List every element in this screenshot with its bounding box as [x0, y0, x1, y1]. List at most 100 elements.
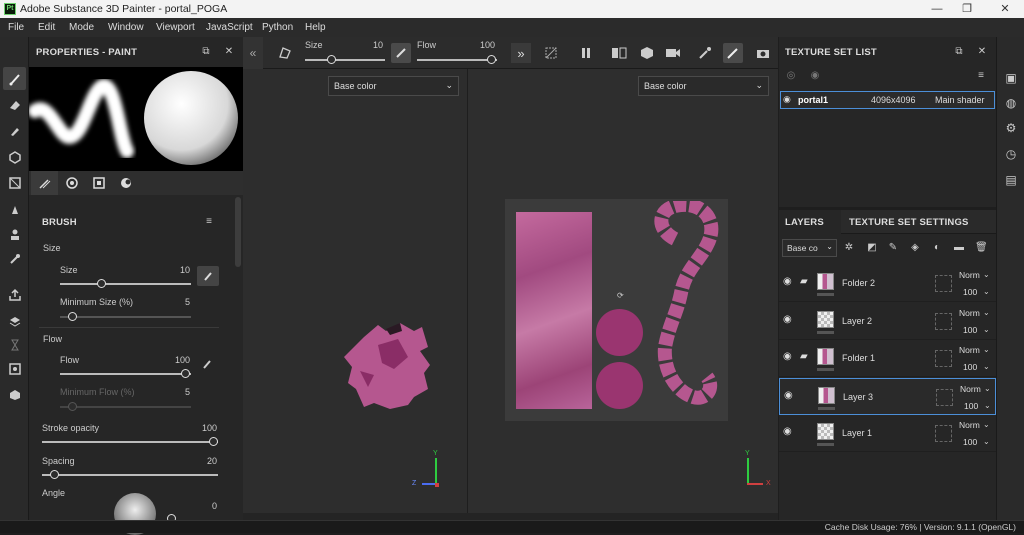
viewport-3d[interactable]: Base color ⌄ Y Z	[243, 69, 467, 513]
toolbar-size-track[interactable]	[305, 59, 385, 61]
pause-button[interactable]	[576, 43, 596, 63]
tab-texture-set-settings[interactable]: TEXTURE SET SETTINGS	[843, 210, 975, 234]
menu-help[interactable]: Help	[305, 22, 326, 33]
layer-name[interactable]: Layer 1	[842, 428, 872, 438]
polygon-fill-tool[interactable]	[3, 171, 26, 194]
flow-value[interactable]: 100	[150, 355, 190, 365]
size-value[interactable]: 10	[150, 265, 190, 275]
menu-edit[interactable]: Edit	[38, 22, 55, 33]
layer-name[interactable]: Folder 2	[842, 278, 875, 288]
layer-folder-row[interactable]: ◉ ▰ Folder 2 Norm ⌄ 100 ⌄	[779, 265, 996, 302]
layer-name[interactable]: Layer 3	[843, 392, 873, 402]
texture-set-shader[interactable]: Main shader	[935, 95, 985, 105]
expand-toolbar-button[interactable]: »	[511, 43, 531, 63]
export-tool[interactable]	[3, 283, 26, 306]
menu-file[interactable]: File	[8, 22, 24, 33]
uv-texture-canvas[interactable]: ⟳	[505, 199, 728, 421]
blend-mode[interactable]: Norm	[959, 420, 980, 430]
toolbar-size-knob[interactable]	[327, 55, 336, 64]
blend-mode[interactable]: Norm	[959, 270, 980, 280]
menu-javascript[interactable]: JavaScript	[206, 22, 253, 33]
stroke-opacity-value[interactable]: 100	[177, 423, 217, 433]
layer-thumbnail[interactable]	[818, 386, 835, 404]
tab-brush[interactable]	[31, 171, 58, 195]
tab-layers[interactable]: LAYERS	[779, 210, 841, 234]
add-effect-icon[interactable]: ✲	[843, 242, 855, 254]
symmetry-button[interactable]	[275, 43, 295, 63]
post-effects-button[interactable]	[695, 43, 715, 63]
viewport-2d[interactable]: Base color ⌄ ⟳ Y X	[468, 69, 778, 513]
texture-set-row[interactable]: ◉ portal1 4096x4096 Main shader	[780, 91, 995, 109]
toolbar-flow-knob[interactable]	[487, 55, 496, 64]
bake-tool[interactable]	[3, 309, 26, 332]
eye-icon[interactable]: ◉	[783, 276, 792, 287]
angle-value[interactable]: 0	[177, 501, 217, 511]
toolbar-size-value[interactable]: 10	[363, 40, 383, 50]
toolbar-pressure-button[interactable]	[391, 43, 411, 63]
add-paint-layer-icon[interactable]: ✎	[887, 242, 899, 254]
projection-tool[interactable]	[3, 119, 26, 142]
spacing-value[interactable]: 20	[177, 456, 217, 466]
image-tool[interactable]	[3, 357, 26, 380]
toolbar-flow-value[interactable]: 100	[475, 40, 495, 50]
geometry-fill-tool[interactable]	[3, 145, 26, 168]
visibility-all-icon[interactable]: ◎	[785, 70, 797, 82]
size-slider-track[interactable]	[60, 283, 191, 285]
min-size-value[interactable]: 5	[150, 297, 190, 307]
eye-icon[interactable]: ◉	[783, 426, 792, 437]
menu-python[interactable]: Python	[262, 22, 293, 33]
layer-opacity[interactable]: 100	[963, 437, 977, 447]
layer-opacity[interactable]: 100	[964, 401, 978, 411]
log-icon[interactable]: ▤	[1005, 174, 1017, 186]
camera-settings-button[interactable]	[663, 43, 683, 63]
history-icon[interactable]: ◷	[1005, 148, 1017, 160]
screenshot-button[interactable]	[753, 43, 773, 63]
float-panel-icon[interactable]: ⧉	[200, 46, 212, 58]
add-mask-icon[interactable]: ◩	[866, 242, 878, 254]
eye-icon[interactable]: ◉	[784, 390, 793, 401]
layer-folder-row[interactable]: ◉ ▰ Folder 1 Norm ⌄ 100 ⌄	[779, 340, 996, 377]
tab-alpha[interactable]	[58, 171, 85, 195]
clone-tool[interactable]	[3, 223, 26, 246]
hide-toolbar-button[interactable]	[541, 43, 561, 63]
list-menu-icon[interactable]: ≡	[975, 70, 987, 82]
add-folder-icon[interactable]: ▬	[953, 242, 965, 254]
eraser-tool[interactable]	[3, 93, 26, 116]
mesh-tool[interactable]	[3, 383, 26, 406]
auto-unwrap-tool[interactable]	[3, 333, 26, 356]
paint-mode-button[interactable]	[723, 43, 743, 63]
size-slider-knob[interactable]	[97, 279, 106, 288]
flow-slider-knob[interactable]	[181, 369, 190, 378]
smudge-tool[interactable]	[3, 197, 26, 220]
channel-dropdown-2d[interactable]: Base color ⌄	[638, 76, 769, 96]
stroke-opacity-slider-track[interactable]	[42, 441, 218, 443]
display-settings-icon[interactable]: ⚙	[1005, 122, 1017, 134]
menu-mode[interactable]: Mode	[69, 22, 94, 33]
layer-opacity[interactable]: 100	[963, 287, 977, 297]
properties-scrollbar[interactable]	[235, 197, 241, 267]
float-panel-icon[interactable]: ⧉	[953, 46, 965, 58]
color-picker-tool[interactable]	[3, 247, 26, 270]
layer-thumbnail[interactable]	[817, 423, 834, 440]
blend-mode[interactable]: Norm	[959, 308, 980, 318]
add-fill-layer-icon[interactable]: ◈	[909, 242, 921, 254]
menu-viewport[interactable]: Viewport	[156, 22, 195, 33]
close-panel-icon[interactable]: ✕	[976, 46, 988, 58]
eye-icon[interactable]: ◉	[783, 94, 791, 105]
eye-icon[interactable]: ◉	[809, 70, 821, 82]
layer-thumbnail[interactable]	[817, 310, 834, 328]
flow-pressure-icon[interactable]	[202, 359, 212, 372]
layer-row[interactable]: ◉ Layer 3 Norm ⌄ 100 ⌄	[779, 377, 996, 415]
min-size-slider-knob[interactable]	[68, 312, 77, 321]
view-mode-2d3d-button[interactable]	[609, 43, 629, 63]
layer-opacity[interactable]: 100	[963, 325, 977, 335]
layer-thumbnail[interactable]	[817, 273, 834, 290]
min-size-slider-track[interactable]	[60, 316, 191, 318]
tab-material[interactable]	[112, 171, 139, 195]
menu-window[interactable]: Window	[108, 22, 144, 33]
environment-icon[interactable]: ◍	[1005, 97, 1017, 109]
blend-mode[interactable]: Norm	[960, 384, 981, 394]
brush-presets-icon[interactable]: ≡	[203, 216, 215, 228]
maximize-button[interactable]: ❐	[952, 1, 982, 17]
eye-icon[interactable]: ◉	[783, 351, 792, 362]
